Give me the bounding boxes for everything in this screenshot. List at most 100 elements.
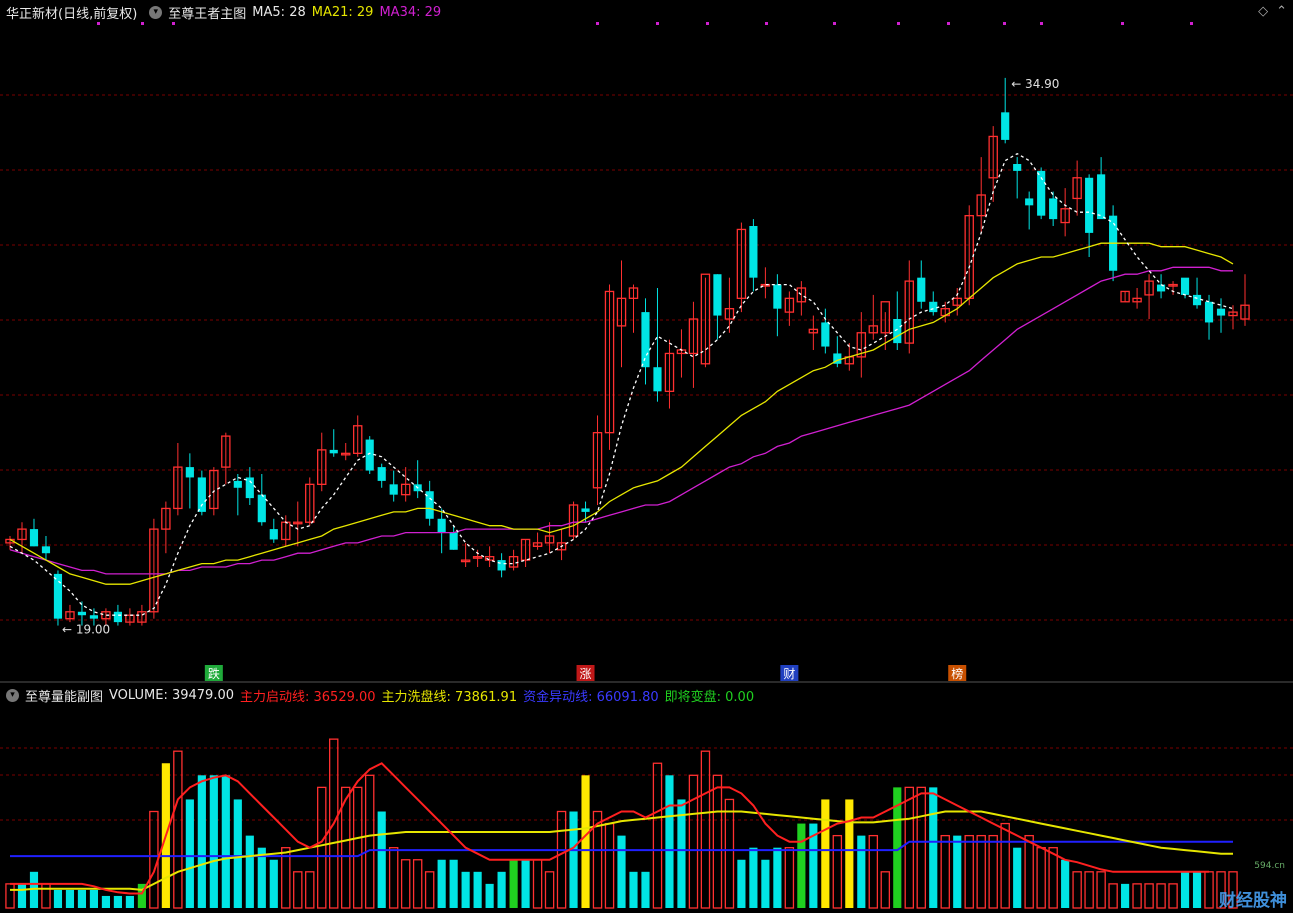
candle-body-down [257, 494, 266, 523]
volume-bar-up [293, 871, 303, 909]
volume-bar-up [916, 786, 926, 909]
candle-body-down [1085, 177, 1094, 233]
top-marker-dot [897, 22, 900, 25]
main-indicator-name[interactable]: 至尊王者主图 [168, 3, 246, 22]
volume-bar-up [532, 859, 543, 909]
candle-body-down [329, 449, 338, 454]
candle-body-down [89, 615, 99, 619]
volume-bar-up [400, 859, 411, 909]
volume-indicator-name[interactable]: 至尊量能副图 [25, 686, 103, 705]
top-marker-dot [1190, 22, 1193, 25]
candle-body-down [53, 573, 63, 619]
volume-bar-down [17, 883, 27, 908]
volume-label: VOLUME: 39479.00 [109, 687, 234, 703]
volume-bar-up [832, 834, 843, 909]
volume-bar-down [461, 871, 470, 908]
volume-bar-yellow [581, 775, 590, 908]
indicator-toggle-icon[interactable]: ▾ [149, 5, 163, 19]
volume-bar-down [1061, 859, 1070, 908]
volume-bar-up [904, 786, 914, 909]
top-marker-dot [172, 22, 175, 25]
top-marker-dot [833, 22, 836, 25]
volume-bar-up [988, 834, 998, 909]
volume-bar-down [629, 871, 638, 908]
stock-chart-canvas[interactable]: ← 34.90 ← 19.00 跌 涨 财 榜 [0, 0, 1293, 913]
volume-bar-down [761, 859, 770, 908]
volume-bar-down [1013, 847, 1022, 908]
volume-bar-down [101, 895, 110, 908]
marker-label: 财 [783, 667, 795, 681]
candlestick-series [5, 77, 1250, 626]
candle-body-down [113, 611, 122, 623]
marker-label: 涨 [580, 666, 592, 681]
top-marker-dot [596, 22, 599, 25]
candle-body-down [185, 467, 194, 478]
volume-bar-up [1036, 847, 1046, 909]
candle-body-down [1049, 198, 1058, 220]
volume-bar-up [412, 859, 423, 909]
volume-bar-up [352, 786, 363, 909]
candle-body-down [233, 480, 242, 488]
volume-bar-up [976, 834, 986, 909]
volume-bar-up [868, 834, 879, 909]
volume-bar-down [1192, 871, 1202, 908]
volume-bar-down [245, 835, 254, 908]
volume-bar-up [784, 847, 795, 909]
line3-label: 资金异动线: 66091.80 [523, 689, 659, 705]
top-marker-dot [947, 22, 950, 25]
volume-bar-yellow [845, 799, 854, 908]
volume-bar-down [749, 847, 758, 908]
volume-bar-down [929, 787, 938, 908]
volume-bar-down [209, 775, 218, 908]
top-marker-dot [1003, 22, 1006, 25]
watermark-logo: 财经股神 [1219, 891, 1287, 911]
top-marker-dot [765, 22, 768, 25]
stock-title[interactable]: 华正新材(日线,前复权) [6, 3, 137, 22]
candle-body-down [1013, 164, 1022, 171]
volume-bar-down [113, 895, 122, 908]
candle-body-down [269, 529, 278, 540]
volume-bar-yellow [821, 799, 830, 908]
volume-bar-down [1180, 871, 1190, 908]
candle-body-down [77, 611, 87, 616]
volume-bar-down [449, 859, 458, 908]
volume-bar-down [77, 889, 87, 908]
volume-bar-down [377, 811, 386, 908]
volume-bar-down [221, 775, 230, 908]
volume-bar-down [641, 871, 650, 908]
expand-icon[interactable]: ⌃ [1276, 4, 1287, 19]
diamond-icon[interactable]: ◇ [1258, 4, 1268, 19]
corner-controls: ◇ ⌃ [1250, 4, 1287, 19]
main-chart-header: 华正新材(日线,前复权) ▾ 至尊王者主图 MA5: 28 MA21: 29 M… [0, 2, 447, 22]
volume-bar-up [604, 822, 615, 909]
candle-body-down [713, 274, 722, 316]
volume-bar-up [940, 834, 950, 909]
candle-body-down [29, 529, 39, 547]
volume-bar-down [65, 889, 75, 908]
volume-bar-up [1024, 834, 1034, 909]
candle-body-down [821, 322, 830, 347]
volume-bar-down [521, 859, 530, 908]
line1-label: 主力启动线: 36529.00 [240, 689, 376, 705]
candle-body-down [41, 546, 51, 554]
volume-bar-down [497, 871, 506, 908]
candle-body-down [1216, 308, 1226, 316]
volume-bar-down [53, 889, 63, 908]
candle-body-down [929, 301, 938, 313]
volume-bar-up [556, 810, 567, 909]
top-marker-dot [1121, 22, 1124, 25]
volume-toggle-icon[interactable]: ▾ [6, 688, 19, 702]
volume-bar-up [1096, 871, 1106, 909]
candle-body-down [581, 508, 590, 512]
volume-bar-up [544, 871, 555, 909]
candle-body-down [377, 467, 386, 481]
volume-series [5, 738, 1238, 909]
volume-bar-up [1168, 883, 1178, 909]
ma5-line [9, 152, 1234, 616]
line4-label: 即将变盘: 0.00 [664, 689, 755, 705]
candle-body-down [1192, 294, 1202, 306]
volume-bar-down [857, 835, 866, 908]
watermark-site: 594.cn [1254, 861, 1285, 871]
candle-body-down [437, 518, 446, 533]
marker-label: 榜 [951, 666, 963, 681]
